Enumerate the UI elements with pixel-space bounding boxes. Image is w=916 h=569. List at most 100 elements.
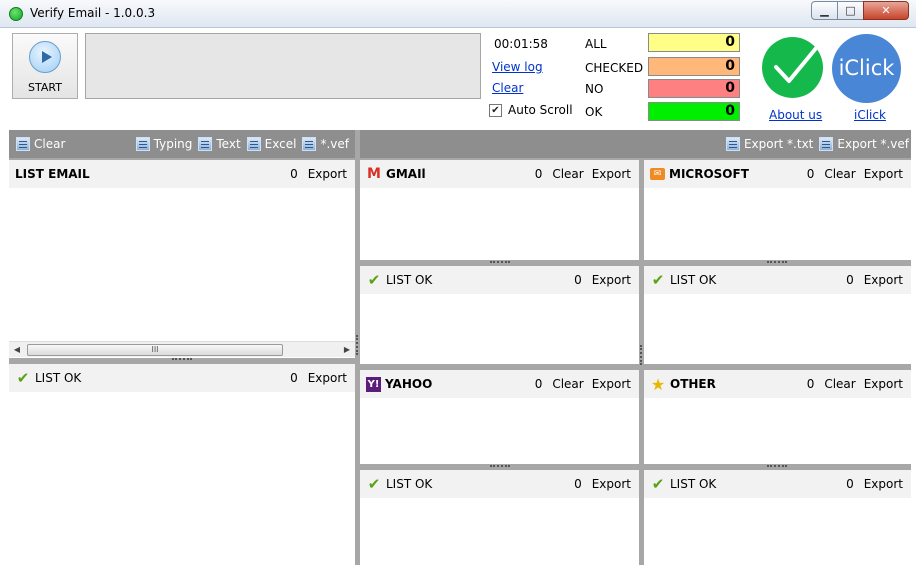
log-box bbox=[85, 33, 481, 99]
gmail-list-ok-export-button[interactable]: Export bbox=[592, 273, 631, 287]
other-list-ok-panel: ✔ LIST OK 0 Export bbox=[644, 470, 911, 565]
yahoo-clear-button[interactable]: Clear bbox=[552, 377, 583, 391]
gmail-count: 0 bbox=[534, 167, 543, 181]
microsoft-icon: ✉ bbox=[650, 168, 665, 180]
clear-label: Clear bbox=[34, 137, 66, 151]
scroll-left-icon[interactable]: ◀ bbox=[9, 342, 25, 358]
other-label: OTHER bbox=[670, 377, 716, 391]
gmail-list-ok-label: LIST OK bbox=[386, 273, 433, 287]
yahoo-list-ok-title: ✔ LIST OK bbox=[366, 475, 574, 493]
export-vef-button[interactable]: Export *.vef bbox=[819, 137, 909, 151]
other-list-ok-header: ✔ LIST OK 0 Export bbox=[644, 470, 911, 498]
export-txt-button[interactable]: Export *.txt bbox=[725, 137, 813, 151]
other-list-ok-label: LIST OK bbox=[670, 477, 717, 491]
yahoo-title: Y! YAHOO bbox=[366, 376, 535, 392]
check-icon: ✔ bbox=[16, 369, 30, 387]
checkbox-icon: ✔ bbox=[489, 103, 502, 117]
yahoo-list-ok-header: ✔ LIST OK 0 Export bbox=[360, 470, 639, 498]
iclick-link[interactable]: iClick bbox=[854, 108, 886, 122]
main-area: Clear Typing Text Excel *.vef Export *.t… bbox=[9, 130, 911, 565]
clear-log-link[interactable]: Clear bbox=[492, 81, 523, 95]
microsoft-clear-button[interactable]: Clear bbox=[824, 167, 855, 181]
right-toolbar: Export *.txt Export *.vef bbox=[360, 130, 911, 158]
vertical-splitter-grip[interactable] bbox=[356, 335, 358, 355]
stat-value-no: 0 bbox=[648, 79, 740, 98]
microsoft-list-ok-header: ✔ LIST OK 0 Export bbox=[644, 266, 911, 294]
other-export-button[interactable]: Export bbox=[864, 377, 903, 391]
stat-label-no: NO bbox=[585, 82, 604, 96]
yahoo-icon: Y! bbox=[366, 376, 381, 392]
splitter-grip[interactable] bbox=[767, 465, 787, 469]
yahoo-export-button[interactable]: Export bbox=[592, 377, 631, 391]
view-log-link[interactable]: View log bbox=[492, 60, 543, 74]
scroll-thumb[interactable]: III bbox=[27, 344, 283, 356]
import-text-button[interactable]: Text bbox=[198, 137, 241, 151]
auto-scroll-label: Auto Scroll bbox=[508, 103, 573, 117]
title-bar: Verify Email - 1.0.0.3 ▁ □ ✕ bbox=[0, 0, 916, 28]
microsoft-count: 0 bbox=[806, 167, 815, 181]
export-txt-icon bbox=[725, 137, 740, 151]
vef-label: *.vef bbox=[320, 137, 349, 151]
other-header: ★ OTHER 0 Clear Export bbox=[644, 370, 911, 398]
gmail-panel: M GMAIl 0 Clear Export bbox=[360, 160, 639, 260]
left-toolbar: Clear Typing Text Excel *.vef bbox=[9, 130, 355, 158]
star-icon: ★ bbox=[650, 374, 666, 394]
stat-value-ok: 0 bbox=[648, 102, 740, 121]
other-list-ok-export-button[interactable]: Export bbox=[864, 477, 903, 491]
minimize-button[interactable]: ▁ bbox=[811, 1, 838, 20]
other-panel: ★ OTHER 0 Clear Export bbox=[644, 370, 911, 464]
top-panel: START 00:01:58 View log Clear ✔ Auto Scr… bbox=[9, 29, 911, 130]
start-label: START bbox=[28, 81, 62, 94]
list-ok-main-export-button[interactable]: Export bbox=[308, 371, 347, 385]
list-email-panel: LIST EMAIL 0 Export ◀ III ▶ bbox=[9, 160, 355, 358]
verify-logo bbox=[762, 37, 823, 98]
scroll-right-icon[interactable]: ▶ bbox=[339, 342, 355, 358]
other-clear-button[interactable]: Clear bbox=[824, 377, 855, 391]
microsoft-list-ok-title: ✔ LIST OK bbox=[650, 271, 846, 289]
other-list-ok-count: 0 bbox=[846, 477, 854, 491]
vef-file-icon bbox=[302, 137, 317, 151]
app-icon bbox=[9, 7, 23, 21]
about-us-link[interactable]: About us bbox=[769, 108, 822, 122]
stat-label-checked: CHECKED bbox=[585, 61, 644, 75]
yahoo-count: 0 bbox=[534, 377, 543, 391]
excel-file-icon bbox=[246, 137, 261, 151]
import-excel-button[interactable]: Excel bbox=[246, 137, 296, 151]
splitter-grip[interactable] bbox=[490, 465, 510, 469]
microsoft-list-ok-export-button[interactable]: Export bbox=[864, 273, 903, 287]
yahoo-list-ok-panel: ✔ LIST OK 0 Export bbox=[360, 470, 639, 565]
close-button[interactable]: ✕ bbox=[863, 1, 909, 20]
gmail-header: M GMAIl 0 Clear Export bbox=[360, 160, 639, 188]
checkmark-icon bbox=[774, 45, 819, 83]
list-ok-main-label: LIST OK bbox=[35, 371, 82, 385]
auto-scroll-checkbox[interactable]: ✔ Auto Scroll bbox=[489, 103, 573, 117]
yahoo-label: YAHOO bbox=[385, 377, 433, 391]
gmail-list-ok-title: ✔ LIST OK bbox=[366, 271, 574, 289]
play-icon bbox=[29, 41, 61, 73]
start-button[interactable]: START bbox=[12, 33, 78, 99]
list-email-scrollbar[interactable]: ◀ III ▶ bbox=[9, 341, 355, 357]
gmail-clear-button[interactable]: Clear bbox=[552, 167, 583, 181]
list-ok-main-panel: ✔ LIST OK 0 Export bbox=[9, 364, 355, 565]
yahoo-list-ok-export-button[interactable]: Export bbox=[592, 477, 631, 491]
clear-button[interactable]: Clear bbox=[16, 137, 130, 151]
typing-button[interactable]: Typing bbox=[135, 137, 193, 151]
splitter-grip[interactable] bbox=[490, 261, 510, 265]
list-email-export-button[interactable]: Export bbox=[308, 167, 347, 181]
maximize-button[interactable]: □ bbox=[837, 1, 864, 20]
stat-value-checked: 0 bbox=[648, 57, 740, 76]
import-vef-button[interactable]: *.vef bbox=[302, 137, 349, 151]
stat-value-all: 0 bbox=[648, 33, 740, 52]
splitter-grip[interactable] bbox=[767, 261, 787, 265]
typing-label: Typing bbox=[153, 137, 193, 151]
yahoo-list-ok-label: LIST OK bbox=[386, 477, 433, 491]
check-icon: ✔ bbox=[367, 271, 381, 289]
text-file-icon bbox=[198, 137, 213, 151]
gmail-export-button[interactable]: Export bbox=[592, 167, 631, 181]
other-list-ok-title: ✔ LIST OK bbox=[650, 475, 846, 493]
vertical-splitter-grip-right[interactable] bbox=[640, 345, 642, 365]
typing-icon bbox=[135, 137, 150, 151]
splitter-grip[interactable] bbox=[172, 358, 192, 362]
microsoft-export-button[interactable]: Export bbox=[864, 167, 903, 181]
export-vef-label: Export *.vef bbox=[837, 137, 909, 151]
